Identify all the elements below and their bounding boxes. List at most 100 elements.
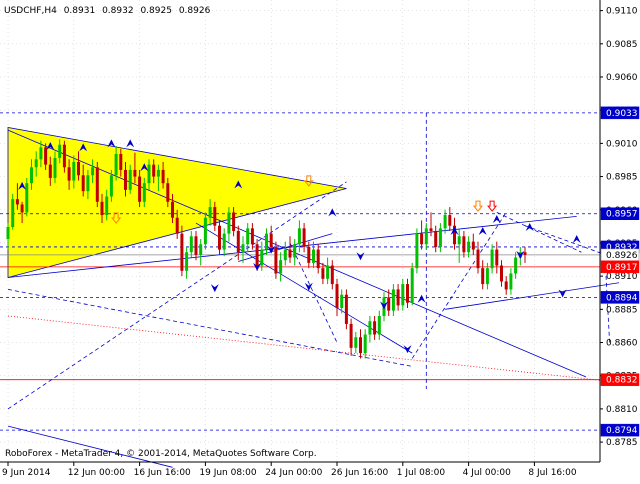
candle-body	[467, 241, 471, 253]
chart-window: 0.91100.90850.90600.90350.90100.89850.89…	[0, 0, 640, 480]
candle-body	[420, 233, 424, 245]
candle-body	[509, 273, 513, 290]
candle-body	[354, 337, 358, 348]
candle-body	[424, 228, 428, 245]
candle-body	[269, 233, 273, 247]
candle-body	[152, 164, 156, 177]
candle-body	[189, 236, 193, 253]
candle-body	[128, 169, 132, 190]
candle-body	[91, 167, 95, 176]
candle-body	[203, 217, 207, 245]
candle-body	[363, 334, 367, 354]
header-high: 0.8932	[102, 6, 134, 16]
candle-body	[406, 284, 409, 303]
price-tick-label: 0.8910	[606, 272, 638, 282]
candle-body	[288, 249, 292, 258]
price-tick-label: 0.9085	[606, 40, 638, 50]
candle-body	[77, 161, 80, 176]
candle-body	[246, 228, 250, 245]
price-tick-label: 0.9010	[606, 139, 638, 149]
price-tick-label: 0.9110	[606, 7, 638, 17]
time-tick-label: 19 Jun 08:00	[199, 468, 256, 478]
candle-body	[335, 284, 339, 308]
candle-body	[208, 207, 212, 218]
candle-body	[410, 268, 414, 303]
price-badge-label: 0.8832	[606, 376, 638, 386]
price-tick-label: 0.9060	[606, 73, 638, 83]
candle-body	[359, 337, 362, 354]
time-tick-label: 8 Jul 16:00	[528, 468, 577, 478]
candle-body	[15, 199, 19, 205]
price-badge-label: 0.9033	[606, 109, 638, 119]
candle-body	[86, 175, 90, 192]
candle-body	[302, 228, 306, 247]
candle-body	[265, 233, 268, 250]
time-tick-label: 24 Jun 00:00	[265, 468, 322, 478]
candle-body	[293, 244, 297, 258]
candle-body	[476, 249, 480, 269]
candle-body	[156, 169, 160, 177]
candle-body	[368, 321, 372, 335]
candle-body	[373, 321, 377, 335]
candle-body	[415, 233, 419, 269]
candle-body	[100, 201, 104, 216]
candle-body	[34, 159, 38, 168]
candle-body	[504, 281, 508, 290]
candle-body	[199, 244, 203, 255]
time-tick-label: 16 Jun 16:00	[134, 468, 191, 478]
candle-body	[326, 265, 330, 279]
candle-body	[485, 268, 489, 285]
candle-body	[48, 164, 52, 178]
time-tick-label: 1 Jul 08:00	[397, 468, 446, 478]
candle-body	[6, 227, 10, 239]
candle-body	[133, 169, 137, 177]
candle-body	[283, 249, 287, 261]
candle-body	[377, 315, 381, 335]
candle-body	[297, 228, 301, 245]
candle-body	[58, 144, 62, 158]
candle-body	[490, 249, 494, 269]
candle-body	[105, 196, 109, 216]
candle-body	[495, 249, 499, 266]
candle-body	[227, 212, 231, 234]
header-symbol: USDCHF,H4	[4, 6, 57, 16]
candle-body	[321, 268, 325, 279]
candle-body	[81, 175, 85, 192]
candle-body	[443, 215, 447, 229]
candle-body	[11, 199, 15, 228]
price-chart[interactable]: 0.91100.90850.90600.90350.90100.89850.89…	[0, 0, 640, 480]
candle-body	[30, 167, 33, 184]
candle-body	[25, 183, 29, 213]
candle-body	[391, 289, 395, 311]
candle-body	[514, 257, 518, 274]
candle-body	[312, 249, 315, 263]
candle-body	[44, 147, 48, 165]
candle-body	[429, 228, 433, 231]
candle-body	[142, 183, 146, 202]
candle-body	[147, 164, 151, 184]
header-low: 0.8925	[140, 6, 172, 16]
candle-body	[95, 167, 99, 202]
candle-body	[236, 231, 240, 253]
candle-body	[401, 284, 405, 306]
candle-body	[20, 204, 24, 213]
candle-body	[53, 157, 57, 178]
candle-body	[222, 233, 226, 250]
candle-body	[344, 294, 348, 324]
header-close: 0.8926	[179, 6, 211, 16]
candle-body	[274, 246, 278, 274]
candle-body	[180, 233, 184, 271]
candle-body	[349, 323, 353, 348]
candle-body	[316, 249, 320, 269]
price-tick-label: 0.8985	[606, 173, 638, 183]
price-badge-label: 0.8917	[606, 263, 638, 273]
candle-body	[185, 252, 189, 271]
header-open: 0.8931	[64, 6, 96, 16]
footer-copyright: RoboForex - MetaTrader 4, © 2001-2014, M…	[5, 449, 317, 459]
candle-body	[434, 231, 438, 247]
time-tick-label: 12 Jun 00:00	[68, 468, 125, 478]
candle-body	[481, 268, 485, 285]
price-badge-label: 0.8957	[606, 210, 638, 220]
candle-body	[438, 228, 442, 247]
candle-body	[250, 228, 254, 245]
